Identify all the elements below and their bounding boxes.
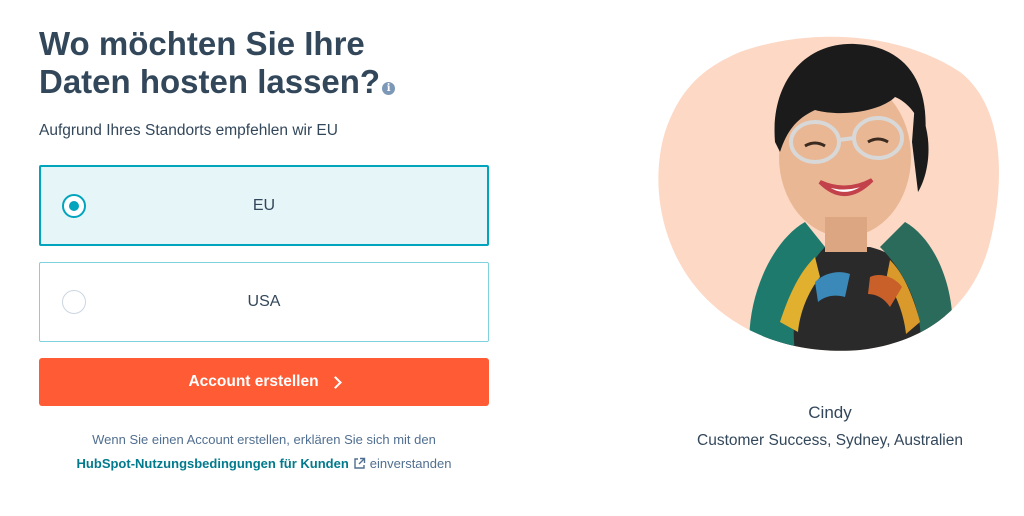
option-usa[interactable]: USA [39,262,489,342]
testimonial-name: Cindy [808,403,852,422]
create-account-label: Account erstellen [188,373,319,390]
option-usa-label: USA [247,293,281,310]
option-eu[interactable]: EU [39,165,489,246]
recommendation-text: Aufgrund Ihres Standorts empfehlen wir E… [39,122,338,139]
legal-text-after: einverstanden [369,456,452,471]
external-link-icon[interactable] [353,454,366,478]
legal-text-before: Wenn Sie einen Account erstellen, erklär… [92,432,436,447]
create-account-button[interactable]: Account erstellen [39,358,489,406]
option-eu-label: EU [252,196,276,214]
testimonial-role: Customer Success, Sydney, Australien [697,432,963,449]
terms-link[interactable]: HubSpot-Nutzungsbedingungen für Kunden [77,456,349,471]
testimonial-photo [640,22,1000,352]
chevron-right-icon [328,375,342,389]
page-title: Wo möchten Sie Ihre Daten hosten lassen?… [39,25,459,101]
info-icon[interactable]: i [382,82,396,95]
legal-notice: Wenn Sie einen Account erstellen, erklär… [39,428,489,478]
page-title-text: Wo möchten Sie Ihre Daten hosten lassen? [39,25,381,100]
testimonial-panel: Cindy Customer Success, Sydney, Australi… [620,0,1024,516]
